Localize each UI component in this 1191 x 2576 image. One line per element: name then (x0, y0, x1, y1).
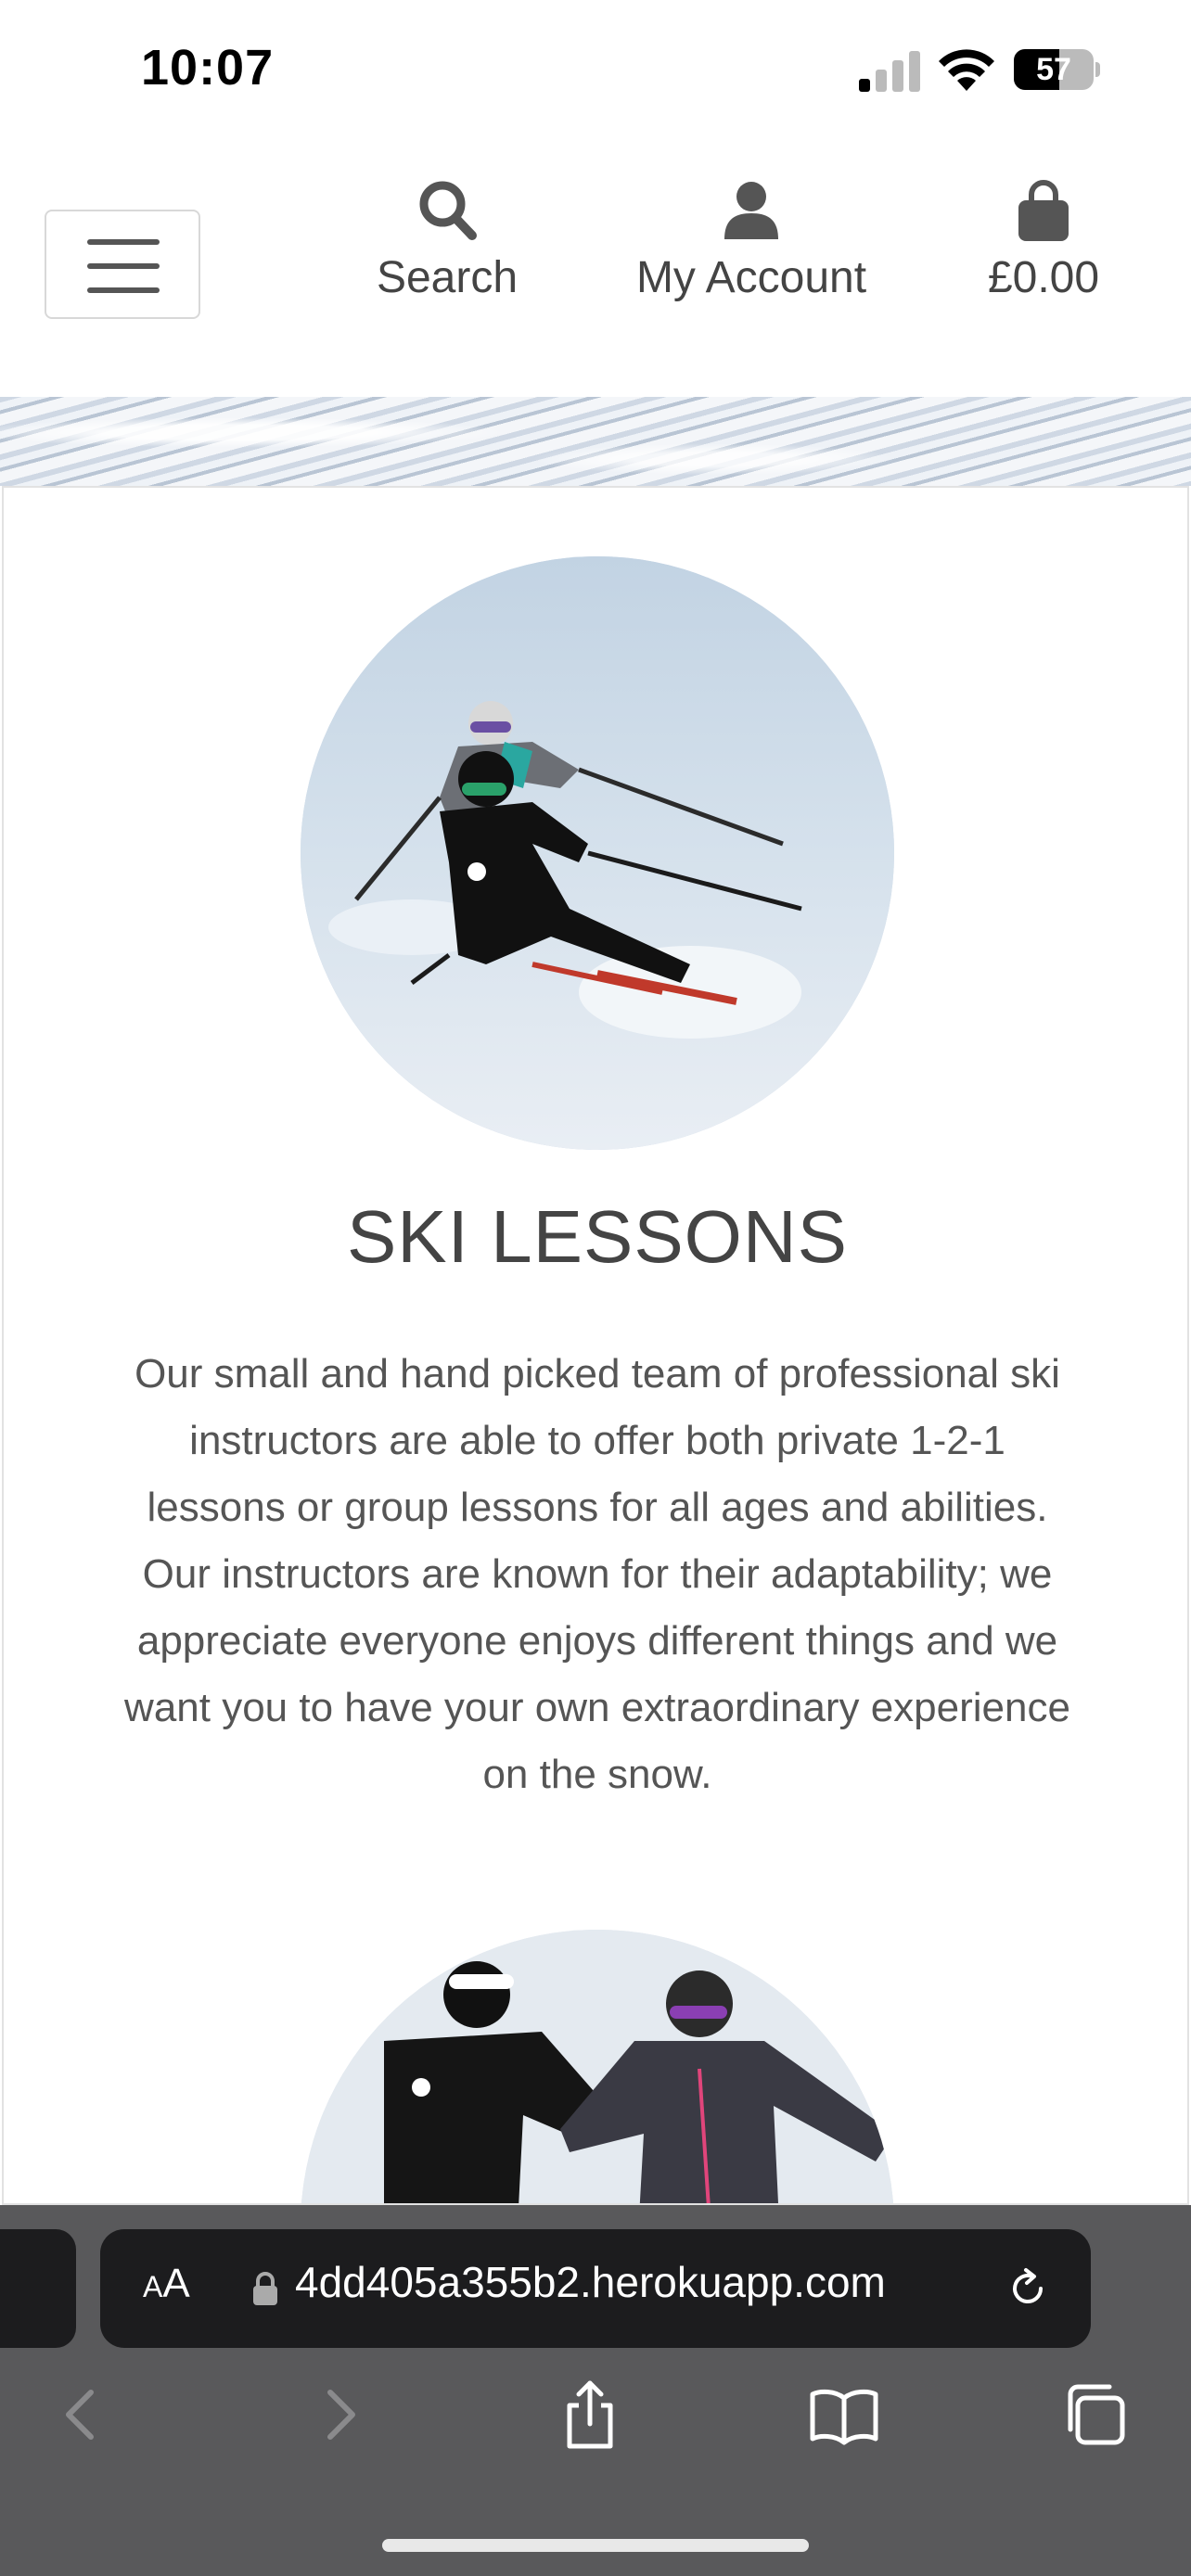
wifi-icon (939, 49, 994, 91)
shopping-bag-icon (1018, 180, 1069, 241)
hamburger-line (87, 263, 160, 269)
status-time: 10:07 (141, 40, 275, 96)
status-bar: 10:07 57 (0, 0, 1191, 139)
group-lesson-photo (301, 1930, 894, 2203)
chevron-right-icon[interactable] (302, 2378, 377, 2452)
ski-lesson-photo (301, 556, 894, 1150)
hamburger-line (87, 239, 160, 245)
book-icon[interactable] (807, 2378, 881, 2452)
section-title: SKI LESSONS (346, 1195, 849, 1278)
user-icon (724, 182, 778, 239)
share-icon[interactable] (553, 2378, 627, 2452)
home-indicator (382, 2539, 809, 2552)
cellular-signal-icon (859, 51, 920, 92)
hamburger-line (87, 287, 160, 293)
url-text: 4dd405a355b2.herokuapp.com (295, 2258, 886, 2306)
section-body: Our small and hand picked team of profes… (124, 1351, 1070, 1797)
content-card: SKI LESSONS Our small and hand picked te… (2, 486, 1189, 2205)
reload-icon[interactable] (1004, 2264, 1052, 2313)
text-size-button[interactable]: AA (143, 2261, 190, 2307)
battery-indicator: 57 (1014, 49, 1100, 90)
battery-level: 57 (1036, 52, 1071, 87)
nav-search-link[interactable]: Search (345, 178, 549, 303)
previous-tab-preview[interactable] (0, 2229, 76, 2348)
site-header: Search My Account £0.00 (0, 139, 1191, 397)
nav-account-link[interactable]: My Account (612, 178, 890, 303)
search-icon (419, 181, 477, 240)
tabs-icon[interactable] (1057, 2378, 1132, 2452)
browser-toolbar: AA 4dd405a355b2.herokuapp.com (0, 2205, 1191, 2576)
nav-bag-total: £0.00 (987, 253, 1100, 302)
snow-banner-image (0, 397, 1191, 486)
address-bar[interactable]: AA 4dd405a355b2.herokuapp.com (100, 2229, 1091, 2348)
nav-account-label: My Account (635, 253, 867, 302)
nav-search-label: Search (376, 253, 519, 302)
chevron-left-icon[interactable] (45, 2378, 119, 2452)
menu-toggle-button[interactable] (45, 210, 200, 319)
lock-icon (253, 2272, 277, 2305)
nav-bag-link[interactable]: £0.00 (955, 178, 1132, 303)
